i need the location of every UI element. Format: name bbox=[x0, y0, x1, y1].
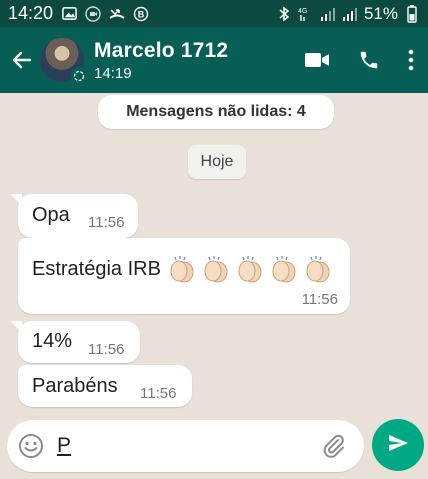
image-icon bbox=[61, 6, 77, 22]
battery-icon bbox=[404, 4, 420, 23]
chat-header: Marcelo 1712 14:19 bbox=[0, 27, 428, 93]
status-time: 14:20 bbox=[8, 3, 54, 23]
message-text: Parabéns bbox=[32, 375, 118, 397]
clapping-hands-icon bbox=[306, 256, 330, 283]
status-bar: 14:20 B 4G 51% bbox=[0, 0, 428, 27]
b-circle-icon: B bbox=[133, 6, 149, 22]
contact-info[interactable]: Marcelo 1712 14:19 bbox=[94, 39, 228, 82]
more-options-icon[interactable] bbox=[408, 49, 414, 71]
message-time: 11:56 bbox=[88, 341, 125, 358]
message-bubble[interactable]: Opa 11:56 bbox=[10, 194, 138, 238]
status-ring-icon bbox=[70, 67, 88, 85]
message-text: Estratégia IRB bbox=[32, 257, 161, 280]
clapping-hands-emoji bbox=[167, 254, 333, 284]
signal-bars-icon bbox=[320, 6, 336, 22]
signal-bars-icon bbox=[342, 6, 358, 22]
missed-call-icon bbox=[109, 6, 125, 22]
emoji-icon[interactable] bbox=[17, 432, 45, 460]
signal-4g-icon: 4G bbox=[298, 6, 314, 22]
message-time: 11:56 bbox=[140, 385, 177, 402]
message-time: 11:56 bbox=[88, 214, 125, 231]
camera-icon bbox=[85, 5, 101, 22]
send-icon bbox=[386, 431, 410, 460]
battery-level: 51% bbox=[363, 3, 398, 23]
bluetooth-icon bbox=[276, 6, 292, 22]
bubble-tail bbox=[10, 194, 22, 206]
voice-call-icon[interactable] bbox=[358, 49, 380, 71]
back-arrow-icon[interactable] bbox=[6, 40, 38, 80]
avatar[interactable] bbox=[40, 38, 88, 85]
message-text: 14% bbox=[32, 330, 73, 352]
composer bbox=[7, 420, 364, 472]
message-text-row: Estratégia IRB bbox=[32, 254, 333, 284]
message-time: 11:56 bbox=[301, 291, 338, 308]
message-text: Opa bbox=[32, 204, 70, 226]
clapping-hands-icon bbox=[272, 256, 296, 283]
svg-text:B: B bbox=[138, 9, 145, 19]
bubble-tail bbox=[10, 321, 22, 333]
date-chip: Hoje bbox=[188, 145, 246, 179]
svg-text:4G: 4G bbox=[298, 8, 307, 15]
clapping-hands-icon bbox=[204, 256, 228, 283]
unread-banner: Mensagens não lidas: 4 bbox=[98, 95, 334, 129]
message-input[interactable] bbox=[57, 432, 307, 460]
clapping-hands-icon bbox=[238, 256, 262, 283]
contact-name: Marcelo 1712 bbox=[94, 38, 229, 62]
clapping-hands-icon bbox=[170, 256, 194, 283]
contact-subtitle: 14:19 bbox=[94, 64, 132, 82]
message-bubble[interactable]: 14% 11:56 bbox=[10, 321, 140, 363]
attach-icon[interactable] bbox=[320, 432, 348, 460]
message-bubble[interactable]: Estratégia IRB 11:56 bbox=[18, 238, 350, 314]
video-call-icon[interactable] bbox=[304, 50, 330, 70]
send-button[interactable] bbox=[372, 419, 424, 471]
message-bubble[interactable]: Parabéns 11:56 bbox=[18, 365, 192, 407]
